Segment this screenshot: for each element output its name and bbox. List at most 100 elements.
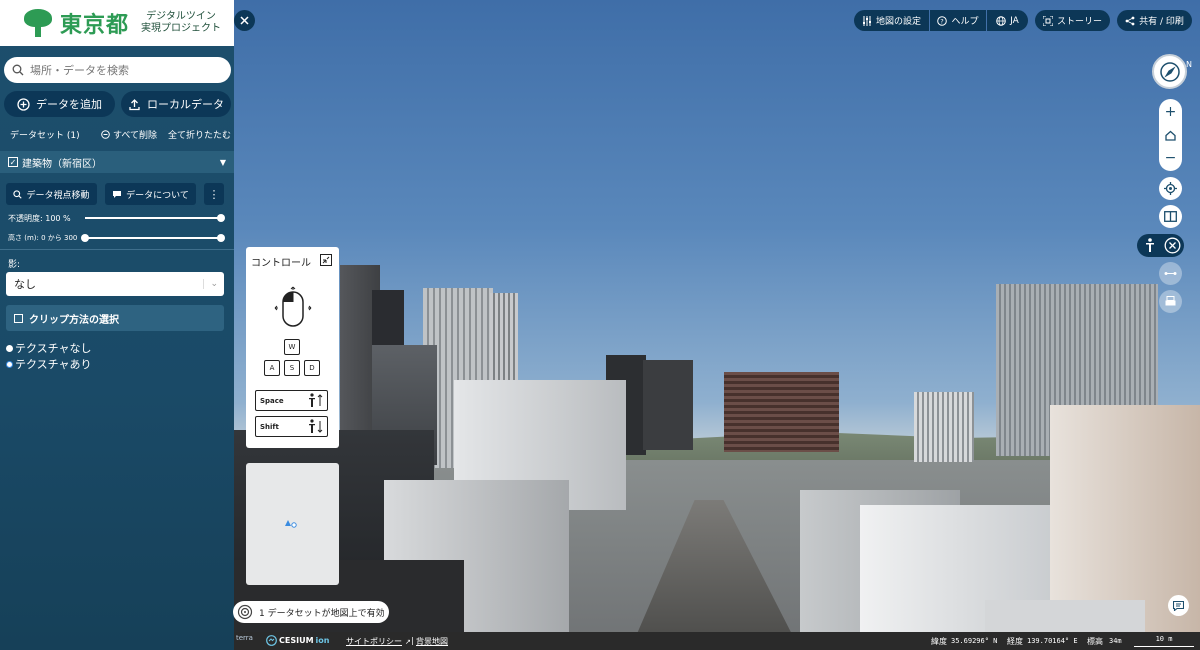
help-label: ヘルプ <box>951 17 979 27</box>
key-d: D <box>304 360 320 376</box>
add-data-label: データを追加 <box>36 98 102 111</box>
altitude-label: 標高 <box>1087 637 1103 646</box>
close-icon <box>240 16 249 25</box>
opacity-slider-knob[interactable] <box>217 214 225 222</box>
collapse-all-button[interactable]: 全て折りたたむ <box>168 128 231 141</box>
controls-title: コントロール <box>251 258 311 269</box>
remove-all-label: すべて削除 <box>113 131 158 141</box>
measure-tool-button[interactable] <box>1159 262 1182 285</box>
svg-text:?: ? <box>941 17 944 25</box>
chevron-down-icon[interactable]: ▼ <box>220 158 226 167</box>
more-options-button[interactable]: ⋮ <box>204 183 224 205</box>
external-link-icon: ↗ <box>405 637 411 646</box>
print-icon <box>1165 296 1176 306</box>
checkbox-checked-icon[interactable]: ✓ <box>8 157 18 167</box>
street <box>630 500 800 650</box>
height-slider-max-knob[interactable] <box>217 234 225 242</box>
terra-logo[interactable]: terra <box>236 634 253 642</box>
data-view-move-label: データ視点移動 <box>26 190 90 201</box>
close-sidebar-button[interactable] <box>234 10 255 31</box>
height-slider-track[interactable] <box>85 237 221 239</box>
longitude-label: 経度 <box>1007 637 1023 646</box>
background-map-link[interactable]: 背景地図 <box>416 636 448 647</box>
altitude-value: 34m <box>1109 637 1122 645</box>
home-button[interactable] <box>1159 124 1182 146</box>
add-data-button[interactable]: データを追加 <box>4 91 115 117</box>
locate-icon <box>1164 182 1177 195</box>
texture-option-none[interactable]: テクスチャなし <box>6 340 92 356</box>
measure-icon <box>1164 272 1177 275</box>
cesium-text: CESIUM <box>279 636 314 645</box>
key-shift-label: Shift <box>260 422 279 431</box>
cesium-ion-logo[interactable]: CESIUM ion <box>266 635 329 646</box>
radio-icon[interactable] <box>6 344 13 352</box>
key-space: Space <box>255 390 328 411</box>
share-print-label: 共有 / 印刷 <box>1139 17 1184 27</box>
local-data-button[interactable]: ローカルデータ <box>121 91 231 117</box>
minimize-icon[interactable] <box>320 254 332 266</box>
plus-circle-icon <box>17 97 30 111</box>
key-w: W <box>284 339 300 355</box>
story-label: ストーリー <box>1056 17 1102 27</box>
minimap[interactable] <box>246 463 339 585</box>
scale-label: 10 m <box>1155 635 1173 643</box>
data-view-move-button[interactable]: データ視点移動 <box>6 183 97 205</box>
key-s: S <box>284 360 300 376</box>
height-slider-min-knob[interactable] <box>81 234 89 242</box>
clip-method-section[interactable]: クリップ方法の選択 <box>6 305 224 331</box>
layers-signal-icon <box>237 604 253 620</box>
clip-method-label: クリップ方法の選択 <box>29 314 119 326</box>
close-circle-icon[interactable] <box>1164 237 1181 254</box>
about-data-label: データについて <box>126 190 189 201</box>
latitude-value: 35.69296° N <box>951 637 998 645</box>
site-policy-link[interactable]: サイトポリシー ↗ <box>346 636 411 647</box>
dataset-title: 建築物（新宿区） <box>22 158 102 170</box>
opacity-label: 不透明度: 100 % <box>8 214 71 223</box>
kebab-menu-icon: ⋮ <box>208 187 220 201</box>
mouse-icon <box>274 286 312 327</box>
key-space-label: Space <box>260 396 284 405</box>
active-datasets-status[interactable]: 1 データセットが地図上で有効 <box>233 601 389 623</box>
map-settings-button[interactable]: 地図の設定 <box>854 10 929 31</box>
search-input[interactable]: 場所・データを検索 <box>4 57 231 83</box>
remove-all-button[interactable]: すべて削除 <box>101 128 157 141</box>
feedback-button[interactable] <box>1168 595 1189 616</box>
my-location-button[interactable] <box>1159 177 1182 200</box>
zoom-out-button[interactable]: − <box>1159 147 1182 169</box>
building <box>643 360 693 450</box>
scale-bar: 10 m <box>1134 635 1194 647</box>
compass-control[interactable] <box>1152 54 1187 89</box>
about-data-button[interactable]: データについて <box>105 183 196 205</box>
map-settings-label: 地図の設定 <box>875 17 921 27</box>
checkbox-icon[interactable] <box>14 313 23 323</box>
share-print-button[interactable]: 共有 / 印刷 <box>1117 10 1192 31</box>
home-icon <box>1165 130 1176 141</box>
story-button[interactable]: ストーリー <box>1035 10 1110 31</box>
key-a: A <box>264 360 280 376</box>
status-text: 1 データセットが地図上で有効 <box>259 608 385 619</box>
plus-icon: + <box>1164 104 1177 120</box>
opacity-slider-track[interactable] <box>85 217 221 219</box>
latitude-label: 緯度 <box>931 637 947 646</box>
zoom-in-button[interactable]: + <box>1159 101 1182 123</box>
split-view-button[interactable] <box>1159 205 1182 228</box>
language-button[interactable]: JA <box>987 10 1028 31</box>
upload-icon <box>129 98 140 110</box>
texture-option-with[interactable]: テクスチャあり <box>6 356 92 372</box>
texture-with-label: テクスチャあり <box>15 358 92 371</box>
tokyo-logo-icon <box>22 9 54 37</box>
brand-subtitle-line1: デジタルツイン <box>146 11 216 22</box>
search-icon <box>13 189 23 199</box>
longitude-value: 139.70164° E <box>1027 637 1078 645</box>
brand-name: 東京都 <box>60 13 130 38</box>
dataset-item-header[interactable]: ✓ 建築物（新宿区） ▼ <box>0 151 234 173</box>
pedestrian-mode-toggle[interactable] <box>1137 234 1184 257</box>
feedback-icon <box>1173 600 1184 611</box>
terra-logo-text: terra <box>236 634 253 642</box>
print-tool-button[interactable] <box>1159 290 1182 313</box>
help-button[interactable]: ? ヘルプ <box>930 10 986 31</box>
sidebar-panel: 東京都 デジタルツイン 実現プロジェクト 場所・データを検索 データを追加 ロー… <box>0 0 234 650</box>
radio-selected-icon[interactable] <box>6 360 13 368</box>
shadow-label: 影: <box>8 260 21 270</box>
shadow-select[interactable]: なし ⌄ <box>6 272 224 296</box>
